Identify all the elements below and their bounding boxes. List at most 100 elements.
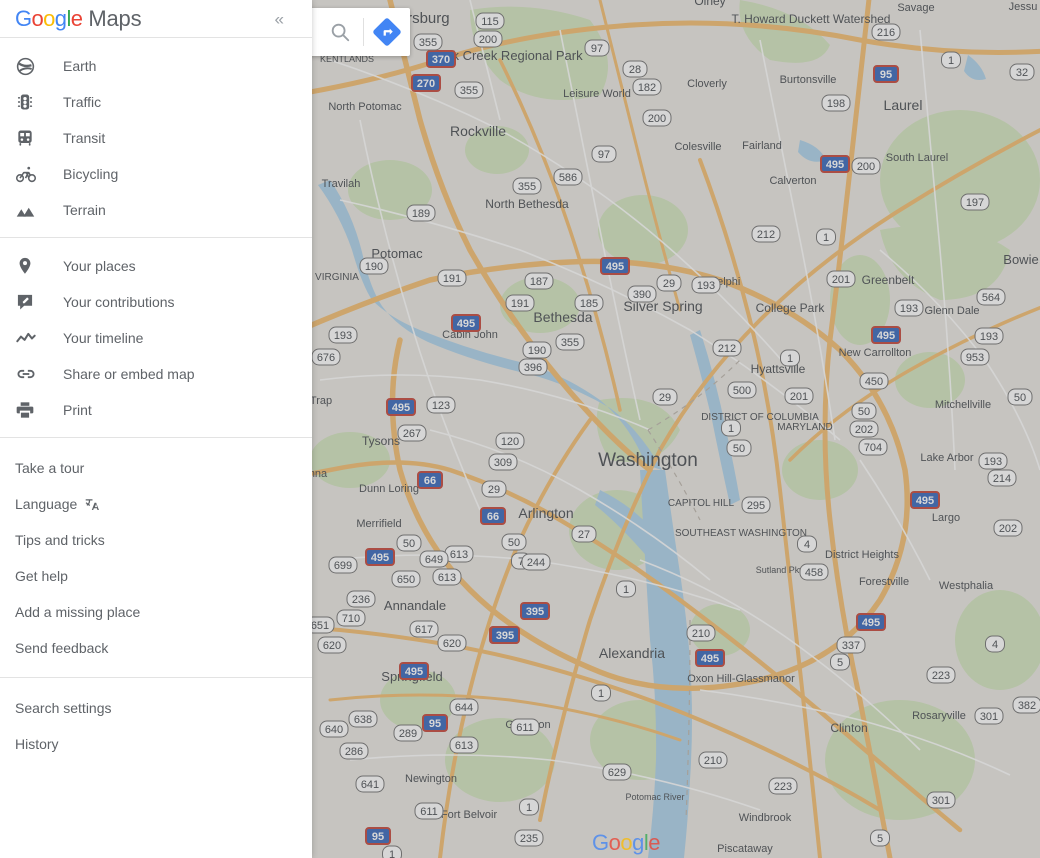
map-label: Bowie [1003, 252, 1038, 267]
menu-item-earth[interactable]: Earth [0, 48, 312, 84]
directions-button[interactable] [364, 8, 410, 56]
map-label: Travilah [322, 178, 361, 190]
map-label: South Laurel [886, 152, 948, 164]
menu-item-label: Search settings [15, 700, 112, 716]
route-shield: 301 [974, 707, 1004, 725]
menu-item-label: Send feedback [15, 640, 109, 656]
google-wordmark: Google [15, 5, 83, 31]
svg-text:50: 50 [733, 443, 745, 455]
route-shield: 95 [422, 714, 448, 732]
svg-text:620: 620 [443, 638, 461, 650]
route-shield: 495 [871, 326, 901, 344]
route-shield: 50 [851, 402, 877, 420]
svg-text:396: 396 [524, 362, 542, 374]
route-shield: 1 [941, 51, 961, 69]
menu-item-get-help[interactable]: Get help [0, 558, 312, 594]
menu-item-label: Your contributions [63, 294, 175, 310]
svg-text:97: 97 [598, 149, 610, 161]
route-shield: 50 [726, 439, 752, 457]
route-shield: 355 [413, 33, 443, 51]
svg-text:495: 495 [371, 552, 389, 564]
menu-item-tips-and-tricks[interactable]: Tips and tricks [0, 522, 312, 558]
menu-item-label: Your timeline [63, 330, 144, 346]
svg-text:95: 95 [372, 831, 384, 843]
route-shield: 27 [571, 525, 597, 543]
route-shield: 200 [851, 157, 881, 175]
menu-item-your-contributions[interactable]: Your contributions [0, 284, 312, 320]
route-shield: 200 [642, 109, 672, 127]
route-shield: 201 [784, 387, 814, 405]
route-shield: 495 [365, 548, 395, 566]
svg-text:50: 50 [858, 406, 870, 418]
svg-text:189: 189 [412, 208, 430, 220]
route-shield: 295 [741, 496, 771, 514]
map-label: College Park [756, 301, 826, 315]
map-label: Rosaryville [912, 710, 966, 722]
route-shield: 28 [622, 60, 648, 78]
map-label: Dunn Loring [359, 483, 419, 495]
menu-item-take-a-tour[interactable]: Take a tour [0, 450, 312, 486]
route-shield: 629 [602, 763, 632, 781]
svg-text:123: 123 [432, 400, 450, 412]
svg-text:704: 704 [864, 442, 882, 454]
svg-text:223: 223 [774, 781, 792, 793]
svg-text:97: 97 [591, 43, 603, 55]
route-shield: 32 [1009, 63, 1035, 81]
route-shield: 676 [311, 348, 341, 366]
svg-text:193: 193 [984, 456, 1002, 468]
svg-text:50: 50 [1014, 392, 1026, 404]
route-shield: 644 [449, 698, 479, 716]
menu-item-search-settings[interactable]: Search settings [0, 690, 312, 726]
collapse-menu-button[interactable]: « [269, 6, 290, 31]
route-shield: 193 [894, 299, 924, 317]
svg-text:29: 29 [663, 278, 675, 290]
map-label: Clinton [830, 721, 867, 735]
menu-item-language[interactable]: Language [0, 486, 312, 522]
route-shield: 66 [417, 471, 443, 489]
menu-item-send-feedback[interactable]: Send feedback [0, 630, 312, 666]
map-label: Cloverly [687, 78, 727, 90]
menu-item-label: Your places [63, 258, 136, 274]
menu-item-label: Earth [63, 58, 97, 74]
route-shield: 210 [698, 751, 728, 769]
route-shield: 495 [386, 398, 416, 416]
menu-item-history[interactable]: History [0, 726, 312, 762]
menu-item-your-places[interactable]: Your places [0, 248, 312, 284]
menu-item-add-a-missing-place[interactable]: Add a missing place [0, 594, 312, 630]
menu-item-traffic[interactable]: Traffic [0, 84, 312, 120]
svg-text:699: 699 [334, 560, 352, 572]
map-label: Forestville [859, 576, 909, 588]
menu-item-bicycling[interactable]: Bicycling [0, 156, 312, 192]
svg-text:32: 32 [1016, 67, 1028, 79]
route-shield: 613 [432, 568, 462, 586]
svg-text:495: 495 [862, 617, 880, 629]
menu-item-your-timeline[interactable]: Your timeline [0, 320, 312, 356]
svg-text:1: 1 [389, 849, 395, 858]
svg-text:1: 1 [823, 232, 829, 244]
route-shield: 586 [553, 168, 583, 186]
search-icon[interactable] [317, 8, 363, 56]
route-shield: 29 [652, 388, 678, 406]
map-label: Merrifield [356, 518, 401, 530]
svg-text:191: 191 [443, 273, 461, 285]
map-label: Mitchellville [935, 399, 991, 411]
menu-item-transit[interactable]: Transit [0, 120, 312, 156]
menu-item-share-or-embed-map[interactable]: Share or embed map [0, 356, 312, 392]
menu-group-layers: Earth Traffic Transit Bicycling Terrain [0, 38, 312, 237]
translate-icon [84, 496, 101, 513]
route-shield: 115 [475, 12, 505, 30]
map-label: Annandale [384, 598, 446, 613]
route-shield: 123 [426, 396, 456, 414]
route-shield: 191 [505, 294, 535, 312]
svg-text:202: 202 [855, 424, 873, 436]
menu-item-label: Add a missing place [15, 604, 141, 620]
menu-item-print[interactable]: Print [0, 392, 312, 428]
svg-text:197: 197 [966, 197, 984, 209]
map-label: Lake Arbor [920, 452, 974, 464]
map-label: SOUTHEAST WASHINGTON [675, 528, 807, 539]
route-shield: 355 [555, 333, 585, 351]
route-shield: 613 [449, 736, 479, 754]
route-shield: 495 [820, 155, 850, 173]
map-label: North Potomac [328, 101, 402, 113]
menu-item-terrain[interactable]: Terrain [0, 192, 312, 228]
